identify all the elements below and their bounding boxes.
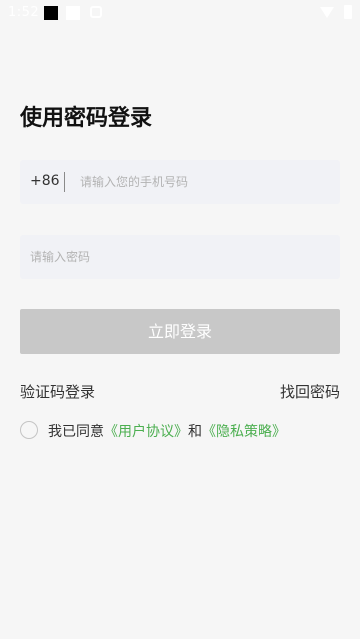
page-title: 使用密码登录 [20, 106, 153, 131]
status-bar: 1:52 [0, 0, 360, 26]
forgot-password-link[interactable]: 找回密码 [280, 381, 340, 402]
field-divider [64, 172, 65, 192]
login-button[interactable]: 立即登录 [20, 309, 340, 354]
user-agreement-link[interactable]: 《用户协议》 [104, 424, 188, 440]
wifi-icon [320, 7, 334, 18]
notification-square-icon [44, 6, 58, 20]
password-input[interactable] [30, 243, 330, 271]
agreement-checkbox[interactable] [20, 421, 38, 439]
battery-icon [344, 5, 352, 19]
sms-login-link[interactable]: 验证码登录 [20, 381, 95, 402]
status-time: 1:52 [8, 5, 40, 20]
privacy-policy-link[interactable]: 《隐私策略》 [202, 424, 286, 440]
agreement-text: 我已同意《用户协议》和《隐私策略》 [48, 421, 286, 441]
bell-icon [90, 6, 102, 18]
square-icon [66, 6, 80, 20]
country-code[interactable]: +86 [30, 173, 60, 189]
phone-input[interactable] [80, 168, 330, 196]
agreement-and: 和 [188, 424, 202, 440]
password-field[interactable] [20, 235, 340, 279]
phone-field[interactable]: +86 [20, 160, 340, 204]
agreement-prefix: 我已同意 [48, 424, 104, 440]
